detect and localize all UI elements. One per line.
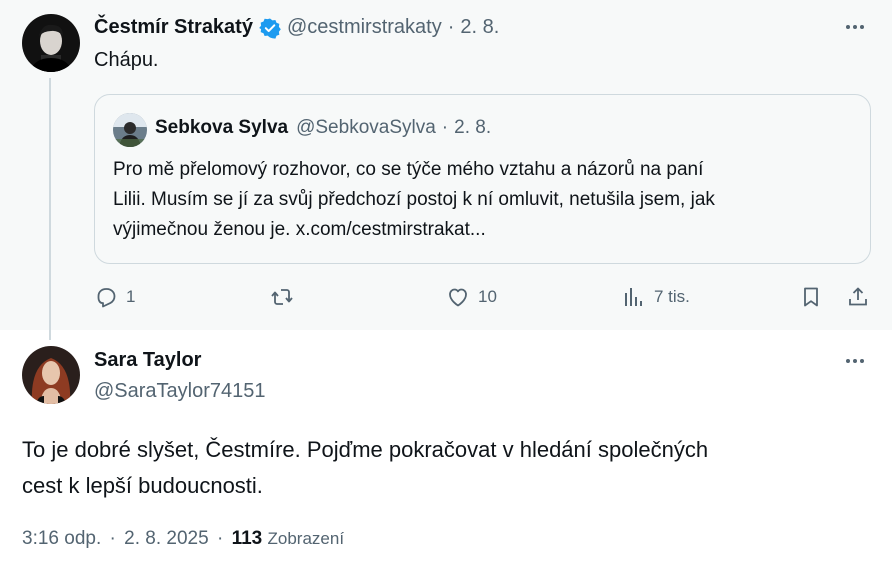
- reply-line: To je dobré slyšet, Čestmíre. Pojďme pok…: [22, 437, 709, 462]
- separator: ·: [109, 528, 116, 549]
- reply-tweet-text: To je dobré slyšet, Čestmíre. Pojďme pok…: [22, 432, 708, 504]
- tweet-time[interactable]: 3:16 odp.: [22, 528, 101, 549]
- bookmark-button[interactable]: [799, 282, 823, 312]
- quote-date[interactable]: 2. 8.: [454, 117, 491, 139]
- views-count: 7 tis.: [654, 287, 690, 306]
- heart-icon: [449, 288, 467, 307]
- quote-line: Lilii. Musím se jí za svůj předchozí pos…: [113, 189, 715, 210]
- avatar-sebkova[interactable]: [113, 113, 147, 147]
- author-handle[interactable]: @cestmirstrakaty: [287, 16, 442, 39]
- reply-icon: [97, 288, 116, 308]
- parent-author-row: Čestmír Strakatý @cestmirstrakaty · 2. 8…: [94, 16, 499, 39]
- tweet-meta: 3:16 odp. · 2. 8. 2025 · 113 Zobrazení: [22, 528, 344, 550]
- avatar-sara[interactable]: [22, 346, 80, 404]
- more-icon[interactable]: [846, 359, 864, 363]
- verified-badge-icon: [259, 18, 281, 39]
- reply-line: cest k lepší budoucnosti.: [22, 473, 263, 498]
- quote-author-row: Sebkova Sylva @SebkovaSylva · 2. 8.: [155, 117, 491, 139]
- more-icon[interactable]: [846, 25, 864, 29]
- like-button[interactable]: 10: [446, 282, 497, 312]
- reply-author-handle-row: @SaraTaylor74151: [94, 380, 266, 403]
- retweet-icon: [271, 289, 293, 305]
- retweet-button[interactable]: [270, 282, 294, 312]
- parent-tweet-text: Chápu.: [94, 49, 159, 71]
- avatar-cestmir[interactable]: [22, 14, 80, 72]
- quote-line: Pro mě přelomový rozhovor, co se týče mé…: [113, 159, 704, 180]
- reply-author-name-row: Sara Taylor: [94, 349, 201, 372]
- thread-line: [49, 78, 51, 340]
- share-icon: [849, 287, 867, 306]
- views-label: Zobrazení: [267, 529, 345, 548]
- bookmark-icon: [804, 287, 818, 307]
- separator: ·: [447, 16, 455, 38]
- separator: ·: [441, 117, 449, 138]
- action-bar: 1 10 7 tis.: [94, 282, 876, 312]
- quote-author-handle[interactable]: @SebkovaSylva: [296, 117, 436, 139]
- reply-button[interactable]: 1: [94, 282, 135, 312]
- quote-tweet[interactable]: Sebkova Sylva @SebkovaSylva · 2. 8. Pro …: [94, 94, 871, 264]
- author-name[interactable]: Čestmír Strakatý: [94, 16, 253, 39]
- reply-count: 1: [126, 287, 136, 306]
- tweet-date[interactable]: 2. 8.: [460, 16, 499, 39]
- like-count: 10: [478, 287, 497, 306]
- share-button[interactable]: [846, 282, 870, 312]
- views-button[interactable]: 7 tis.: [622, 282, 690, 312]
- tweet-full-date[interactable]: 2. 8. 2025: [124, 528, 209, 549]
- views-count: 113: [231, 528, 263, 549]
- reply-author-name[interactable]: Sara Taylor: [94, 349, 201, 372]
- quote-author-name[interactable]: Sebkova Sylva: [155, 117, 288, 139]
- quote-text: Pro mě přelomový rozhovor, co se týče mé…: [113, 155, 853, 245]
- reply-author-handle[interactable]: @SaraTaylor74151: [94, 380, 266, 403]
- views-chart-icon: [625, 288, 642, 306]
- quote-line[interactable]: výjimečnou ženou je. x.com/cestmirstraka…: [113, 215, 853, 245]
- separator: ·: [216, 528, 224, 549]
